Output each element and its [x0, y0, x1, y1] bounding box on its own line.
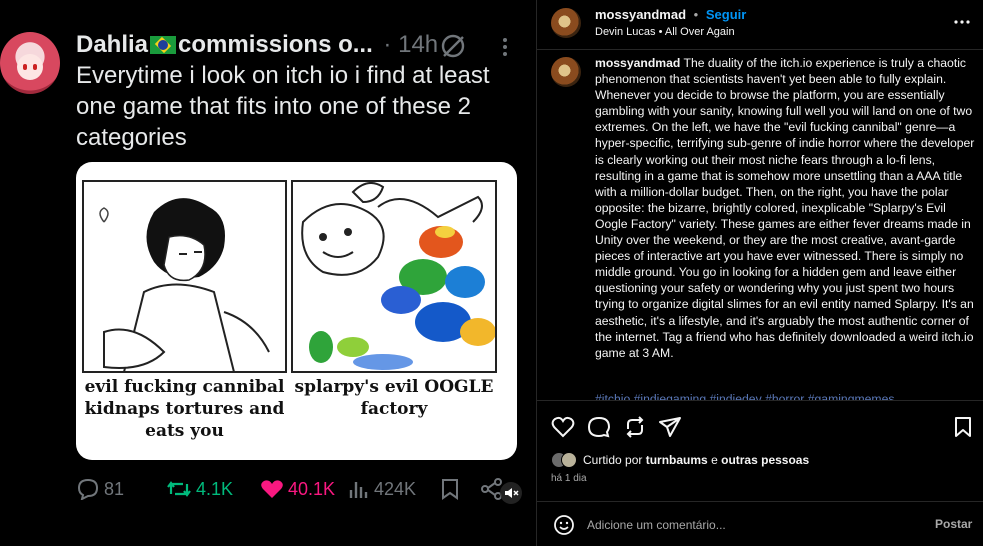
view-count: 424K: [374, 478, 417, 499]
comment-input[interactable]: [587, 516, 887, 534]
tweet-time[interactable]: 14h: [398, 31, 438, 58]
grok-icon[interactable]: [440, 33, 466, 59]
mute-toggle[interactable]: [500, 482, 522, 504]
save-icon[interactable]: [951, 415, 975, 439]
author-avatar[interactable]: [0, 32, 60, 94]
author-line: mossyandmad • Seguir: [595, 7, 746, 22]
liker-avatar[interactable]: [561, 452, 577, 468]
tweet-header: Dahlia commissions o... · 14h: [76, 31, 438, 59]
comic-panel-cannibal: [82, 180, 287, 373]
author-name-suffix[interactable]: commissions o...: [178, 31, 373, 58]
repost-icon: [167, 481, 191, 497]
liked-others[interactable]: outras pessoas: [721, 453, 809, 467]
tweet-text: Everytime i look on itch io i find at le…: [76, 62, 490, 151]
splarpy-drawing: [301, 182, 496, 370]
repost-icon[interactable]: [623, 415, 647, 439]
caption-username[interactable]: mossyandmad: [595, 56, 680, 70]
audio-link[interactable]: Devin Lucas • All Over Again: [595, 26, 735, 38]
tweet-actions: 81 4.1K 40.1K 424K: [76, 478, 516, 504]
more-options-icon[interactable]: [953, 13, 971, 31]
comment-icon[interactable]: [587, 415, 611, 439]
post-date[interactable]: há 1 dia: [551, 473, 587, 484]
follow-button[interactable]: Seguir: [706, 7, 746, 22]
comment-bar: Postar: [537, 501, 983, 546]
tweet-image[interactable]: evil fucking cannibal kidnaps tortures a…: [76, 162, 517, 460]
heart-icon: [261, 480, 283, 498]
more-options-icon[interactable]: [500, 36, 510, 58]
caption-area: mossyandmad The duality of the itch.io e…: [537, 51, 983, 400]
caption-avatar[interactable]: [551, 57, 581, 87]
post-footer: Curtido por turnbaums e outras pessoas h…: [537, 400, 983, 546]
share-icon[interactable]: [658, 415, 682, 439]
reply-icon: [77, 478, 99, 500]
liked-user[interactable]: turnbaums: [646, 453, 708, 467]
repost-button[interactable]: 4.1K: [166, 478, 233, 500]
post-header: mossyandmad • Seguir Devin Lucas • All O…: [537, 0, 983, 50]
speaker-muted-icon: [505, 488, 519, 498]
like-button[interactable]: 40.1K: [260, 478, 335, 500]
like-count: 40.1K: [288, 478, 336, 499]
bookmark-icon: [442, 479, 458, 500]
heart-icon[interactable]: [551, 415, 575, 439]
separator-dot: •: [693, 7, 699, 22]
cannibal-drawing: [99, 198, 270, 373]
brazil-flag-icon: [150, 36, 177, 54]
reply-button[interactable]: 81: [76, 478, 124, 500]
caption-left: evil fucking cannibal kidnaps tortures a…: [84, 377, 285, 441]
caption-text: The duality of the itch.io experience is…: [595, 56, 975, 360]
repost-count: 4.1K: [196, 478, 234, 499]
instagram-post-panel: mossyandmad • Seguir Devin Lucas • All O…: [536, 0, 983, 546]
liked-connector: e: [711, 453, 718, 467]
comic-panel-splarpy: [291, 180, 497, 373]
author-name[interactable]: Dahlia: [76, 31, 148, 58]
emoji-icon[interactable]: [553, 514, 575, 536]
tweet-media: Dahlia commissions o... · 14h Everytime i…: [0, 0, 535, 546]
liked-prefix: Curtido por: [583, 453, 643, 467]
caption-right: splarpy's evil OOGLE factory: [294, 377, 494, 419]
hashtags[interactable]: #itchio #indiegaming #indiedev #horror #…: [595, 392, 975, 400]
views-button[interactable]: 424K: [348, 478, 416, 500]
post-comment-button[interactable]: Postar: [935, 517, 972, 531]
separator-dot: ·: [383, 31, 392, 58]
liked-by: Curtido por turnbaums e outras pessoas: [551, 452, 809, 468]
views-icon: [349, 482, 368, 498]
reply-count: 81: [104, 478, 125, 499]
username-link[interactable]: mossyandmad: [595, 7, 686, 22]
bookmark-button[interactable]: [440, 478, 460, 500]
author-avatar[interactable]: [551, 8, 581, 38]
post-caption: mossyandmad The duality of the itch.io e…: [595, 55, 975, 361]
